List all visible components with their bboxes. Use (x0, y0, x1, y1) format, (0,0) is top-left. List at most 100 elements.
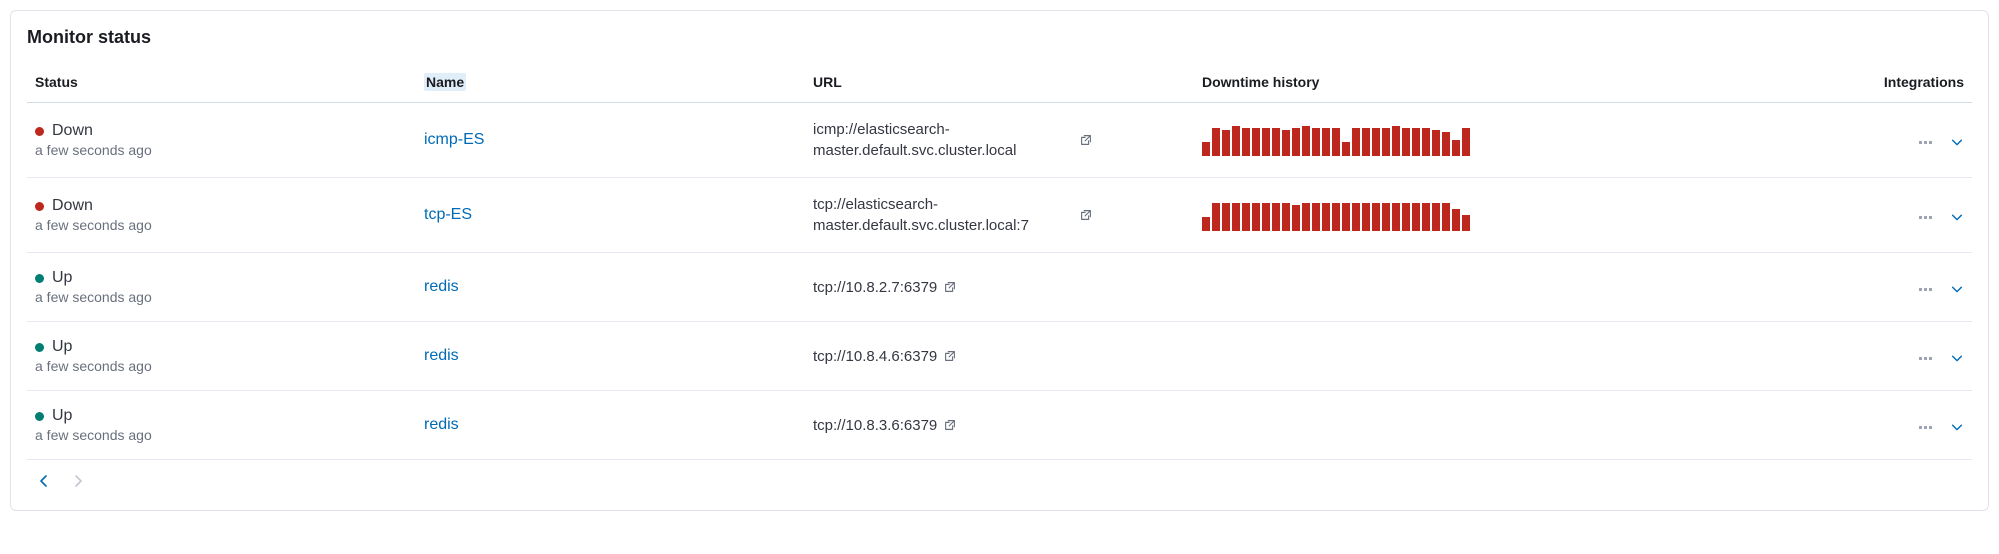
table-header-row: Status Name URL Downtime history Integra… (27, 64, 1972, 103)
th-status[interactable]: Status (27, 64, 416, 103)
integrations-actions (1919, 420, 1964, 434)
status-time: a few seconds ago (35, 358, 408, 374)
url-wrap: tcp://elasticsearch-master.default.svc.c… (813, 194, 1093, 236)
status-dot-up-icon (35, 412, 44, 421)
monitor-status-table: Status Name URL Downtime history Integra… (27, 64, 1972, 460)
downtime-bar (1232, 126, 1240, 156)
monitor-name-link[interactable]: redis (424, 278, 459, 295)
table-row: Up a few seconds ago redis tcp://10.8.4.6:6… (27, 322, 1972, 391)
url-text: tcp://10.8.4.6:6379 (813, 346, 937, 367)
downtime-bar (1332, 128, 1340, 156)
downtime-bar (1392, 203, 1400, 231)
downtime-bar (1442, 132, 1450, 156)
downtime-chart (1202, 199, 1770, 231)
pagination (27, 460, 1972, 494)
table-row: Upa few seconds ago redis tcp://10.8.3.6:6… (27, 391, 1972, 460)
name-cell: redis (416, 322, 805, 391)
downtime-bar (1402, 203, 1410, 231)
more-actions-icon[interactable] (1919, 141, 1932, 144)
expand-row-button[interactable] (1950, 135, 1964, 149)
downtime-bar (1222, 203, 1230, 231)
monitor-name-link[interactable]: redis (424, 347, 459, 364)
downtime-bar (1432, 130, 1440, 156)
integrations-actions (1919, 351, 1964, 365)
monitor-name-link[interactable]: tcp-ES (424, 206, 472, 223)
th-integrations[interactable]: Integrations (1778, 64, 1973, 103)
th-name[interactable]: Name (416, 64, 805, 103)
downtime-bar (1352, 128, 1360, 156)
downtime-bar (1312, 203, 1320, 231)
downtime-bar (1272, 203, 1280, 231)
name-cell: redis (416, 253, 805, 322)
url-cell: tcp://elasticsearch-master.default.svc.c… (805, 178, 1194, 253)
th-downtime[interactable]: Downtime history (1194, 64, 1778, 103)
downtime-bar (1462, 128, 1470, 156)
status-wrap: Downa few seconds ago (35, 197, 408, 233)
downtime-bar (1382, 203, 1390, 231)
table-row: Downa few seconds ago tcp-ES tcp://elastic… (27, 178, 1972, 253)
status-dot-up-icon (35, 343, 44, 352)
status-text: Up (52, 269, 72, 287)
expand-row-button[interactable] (1950, 351, 1964, 365)
downtime-bar (1282, 203, 1290, 231)
more-actions-icon[interactable] (1919, 357, 1932, 360)
expand-row-button[interactable] (1950, 210, 1964, 224)
status-line: Up (35, 269, 408, 287)
integrations-cell (1778, 253, 1973, 322)
status-time: a few seconds ago (35, 427, 408, 443)
downtime-bar (1462, 215, 1470, 231)
downtime-bar (1442, 203, 1450, 231)
more-actions-icon[interactable] (1919, 216, 1932, 219)
th-url-label: URL (813, 74, 842, 90)
downtime-bar (1202, 217, 1210, 231)
downtime-bar (1402, 128, 1410, 156)
external-link-icon[interactable] (1079, 208, 1093, 222)
downtime-cell (1194, 178, 1778, 253)
url-wrap: tcp://10.8.2.7:6379 (813, 277, 1093, 298)
more-actions-icon[interactable] (1919, 426, 1932, 429)
name-cell: redis (416, 391, 805, 460)
th-integrations-label: Integrations (1884, 74, 1964, 90)
downtime-bar (1352, 203, 1360, 231)
url-wrap: tcp://10.8.3.6:6379 (813, 415, 1093, 436)
external-link-icon[interactable] (943, 418, 957, 432)
downtime-bar (1362, 128, 1370, 156)
monitor-name-link[interactable]: redis (424, 416, 459, 433)
table-row: Up a few seconds ago redis tcp://10.8.2.7:6… (27, 253, 1972, 322)
downtime-bar (1262, 128, 1270, 156)
status-text: Up (52, 338, 72, 356)
url-wrap: icmp://elasticsearch-master.default.svc.… (813, 119, 1093, 161)
integrations-cell (1778, 322, 1973, 391)
status-wrap: Upa few seconds ago (35, 407, 408, 443)
expand-row-button[interactable] (1950, 282, 1964, 296)
th-name-label: Name (424, 73, 466, 91)
name-cell: tcp-ES (416, 178, 805, 253)
integrations-cell (1778, 391, 1973, 460)
downtime-bar (1322, 203, 1330, 231)
pagination-next-button[interactable] (69, 472, 87, 490)
status-time: a few seconds ago (35, 289, 408, 305)
expand-row-button[interactable] (1950, 420, 1964, 434)
status-dot-down-icon (35, 202, 44, 211)
external-link-icon[interactable] (943, 349, 957, 363)
th-url[interactable]: URL (805, 64, 1194, 103)
status-line: Up (35, 338, 408, 356)
downtime-cell (1194, 391, 1778, 460)
downtime-bar (1272, 128, 1280, 156)
monitor-name-link[interactable]: icmp-ES (424, 131, 484, 148)
status-cell: Downa few seconds ago (27, 178, 416, 253)
pagination-prev-button[interactable] (35, 472, 53, 490)
downtime-bar (1332, 203, 1340, 231)
th-status-label: Status (35, 74, 78, 90)
external-link-icon[interactable] (1079, 133, 1093, 147)
more-actions-icon[interactable] (1919, 288, 1932, 291)
external-link-icon[interactable] (943, 280, 957, 294)
downtime-bar (1312, 128, 1320, 156)
downtime-bar (1302, 126, 1310, 156)
downtime-bar (1252, 128, 1260, 156)
downtime-bar (1452, 140, 1460, 156)
url-text: icmp://elasticsearch-master.default.svc.… (813, 119, 1073, 161)
downtime-bar (1292, 128, 1300, 156)
integrations-cell (1778, 103, 1973, 178)
downtime-bar (1232, 203, 1240, 231)
